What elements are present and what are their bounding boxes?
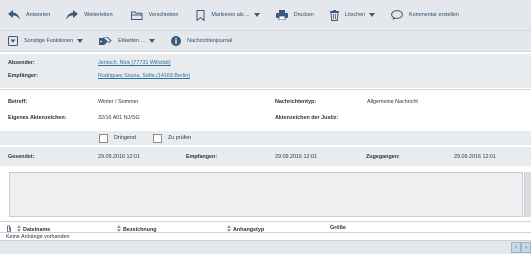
delivered-row: Zugegangen: 29.09.2016 12:01: [366, 152, 496, 162]
sent-row: Gesendet: 29.09.2016 12:01: [8, 152, 140, 162]
sent-label: Gesendet:: [8, 154, 35, 160]
create-comment-button[interactable]: Kommentar erstellen: [381, 0, 465, 30]
tag-icon: [99, 36, 112, 46]
mark-as-dropdown[interactable]: Markieren als ...: [184, 0, 265, 30]
prev-page-button[interactable]: ‹: [511, 242, 521, 253]
bookmark-icon: [196, 9, 205, 21]
attachments-empty-text: Keine Anhänge vorhanden: [6, 233, 70, 240]
sender-link[interactable]: Jentsch, Nick (77731 Willstätt): [98, 60, 171, 66]
subject-row: Betreff: Winter / Sommer: [8, 97, 138, 107]
message-type-label: Nachrichtentyp:: [275, 99, 317, 105]
forward-button[interactable]: Weiterleiten: [56, 0, 118, 30]
chevron-down-icon: [77, 39, 84, 43]
delivered-label: Zugegangen:: [366, 154, 400, 160]
own-reference-label: Eigenes Aktenzeichen:: [8, 115, 67, 121]
received-row: Empfangen: 29.09.2016 12:01: [186, 152, 317, 162]
message-body-scrollbar[interactable]: [524, 172, 531, 217]
check-label: Zu prüfen: [168, 135, 192, 141]
court-reference-label: Aktenzeichen der Justiz:: [275, 115, 339, 121]
check-checkbox-box[interactable]: [153, 133, 162, 143]
chevron-left-icon: ‹: [515, 244, 517, 251]
forward-icon: [66, 10, 79, 20]
delete-dropdown[interactable]: Löschen: [320, 0, 381, 30]
secondary-toolbar: Sonstige Funktionen Etiketten ... Nachri…: [0, 31, 531, 52]
message-type-value: Allgemeine Nachricht: [367, 99, 418, 105]
message-journal-button[interactable]: Nachrichtenjournal: [161, 31, 238, 51]
print-icon: [275, 10, 288, 20]
urgent-checkbox[interactable]: Dringend: [99, 133, 136, 143]
reply-button[interactable]: Antworten: [0, 0, 56, 30]
received-label: Empfangen:: [186, 154, 218, 160]
sent-value: 29.09.2016 12:01: [98, 154, 140, 160]
subject-label: Betreff:: [8, 99, 28, 105]
trash-icon: [329, 9, 339, 21]
urgent-checkbox-box[interactable]: [99, 133, 108, 143]
attachments-footer: [0, 240, 531, 254]
own-reference-value: 32/16 A01 NJ/SG: [98, 115, 140, 121]
subject-value: Winter / Sommer: [98, 99, 139, 105]
recipient-label: Empfänger:: [8, 73, 38, 79]
recipient-link[interactable]: Rodrigues Souza, Sofia (14169 Berlin): [98, 73, 190, 79]
sender-row: Absender: Jentsch, Nick (77731 Willstätt…: [8, 58, 171, 68]
next-page-button[interactable]: ›: [521, 242, 531, 253]
flags-section: [0, 131, 531, 145]
other-functions-dropdown[interactable]: Sonstige Funktionen: [0, 31, 89, 51]
own-reference-row: Eigenes Aktenzeichen: 32/16 A01 NJ/SG: [8, 113, 140, 123]
column-size[interactable]: Größe: [330, 225, 346, 231]
folder-icon: [130, 11, 143, 20]
recipient-row: Empfänger: Rodrigues Souza, Sofia (14169…: [8, 71, 190, 81]
divider: [0, 89, 531, 90]
court-reference-row: Aktenzeichen der Justiz:: [275, 113, 367, 123]
divider: [0, 221, 531, 222]
dropdown-box-icon: [8, 36, 18, 46]
move-button[interactable]: Verschieben: [119, 0, 185, 30]
chevron-right-icon: ›: [525, 244, 527, 251]
message-body[interactable]: [9, 172, 523, 217]
sender-label: Absender:: [8, 60, 35, 66]
comment-icon: [391, 10, 404, 20]
chevron-down-icon: [149, 39, 156, 43]
urgent-label: Dringend: [114, 135, 136, 141]
check-checkbox[interactable]: Zu prüfen: [153, 133, 191, 143]
print-button[interactable]: Drucken: [266, 0, 320, 30]
divider: [0, 232, 531, 233]
reply-icon: [8, 10, 20, 20]
chevron-down-icon: [253, 13, 260, 17]
delivered-value: 29.09.2016 12:01: [454, 154, 496, 160]
chevron-down-icon: [369, 13, 376, 17]
received-value: 29.09.2016 12:01: [275, 154, 317, 160]
message-type-row: Nachrichtentyp: Allgemeine Nachricht: [275, 97, 418, 107]
labels-dropdown[interactable]: Etiketten ...: [89, 31, 161, 51]
main-toolbar: Antworten Weiterleiten Verschieben Marki…: [0, 0, 531, 31]
attachments-empty-row: Keine Anhänge vorhanden: [6, 233, 70, 240]
info-icon: [171, 36, 182, 46]
